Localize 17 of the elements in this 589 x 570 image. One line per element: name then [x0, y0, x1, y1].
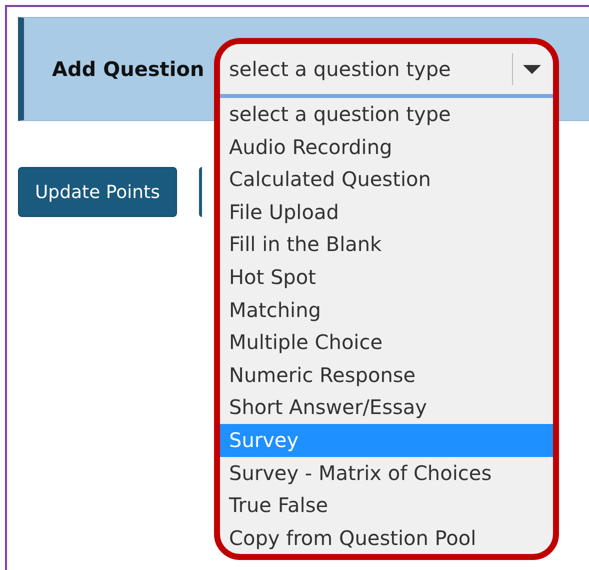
dropdown-option[interactable]: File Upload	[220, 196, 553, 228]
dropdown-option[interactable]: Matching	[220, 294, 553, 326]
dropdown-option[interactable]: Calculated Question	[220, 163, 553, 196]
dropdown-option[interactable]: Multiple Choice	[220, 326, 553, 359]
question-type-select[interactable]: select a question type	[220, 44, 553, 98]
dropdown-option[interactable]: Fill in the Blank	[220, 228, 553, 261]
dropdown-option[interactable]: Audio Recording	[220, 130, 553, 164]
dropdown-option[interactable]: True False	[220, 489, 553, 522]
dropdown-option[interactable]: Copy from Question Pool	[220, 522, 553, 554]
dropdown-option[interactable]: Numeric Response	[220, 358, 553, 392]
hidden-button[interactable]	[198, 167, 202, 217]
section-title: Add Question	[52, 56, 204, 83]
update-points-button[interactable]: Update Points	[18, 167, 177, 217]
dropdown-option[interactable]: Hot Spot	[220, 260, 553, 294]
dropdown-option[interactable]: select a question type	[220, 98, 553, 131]
dropdown-option[interactable]: Short Answer/Essay	[220, 391, 553, 424]
dropdown-option[interactable]: Survey - Matrix of Choices	[220, 456, 553, 490]
